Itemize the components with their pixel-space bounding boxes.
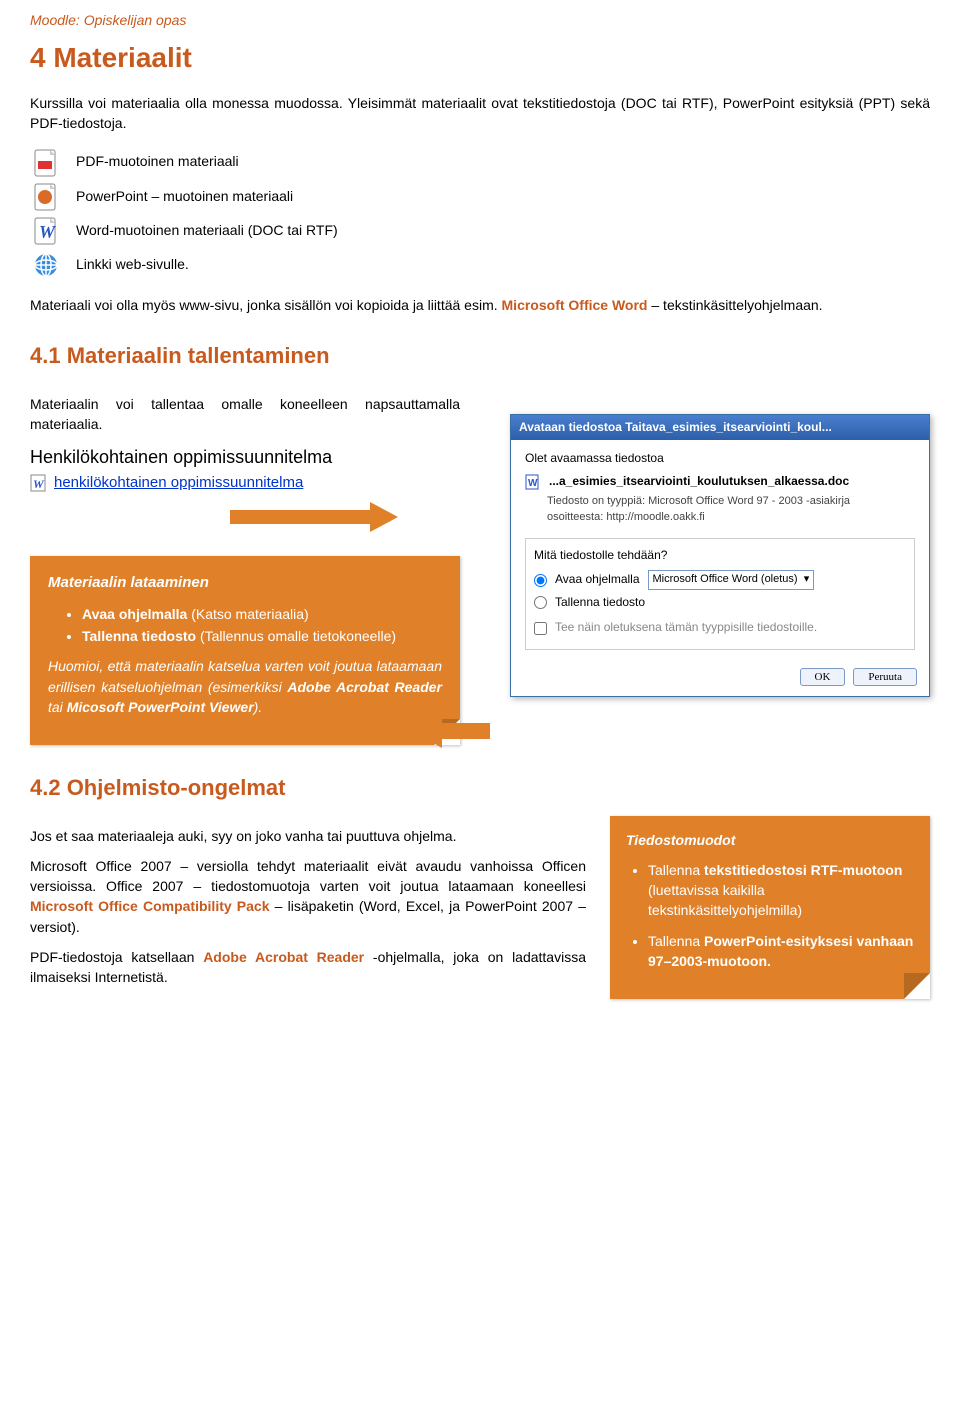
tip-note-d: Micosoft PowerPoint Viewer <box>67 699 254 715</box>
material-link[interactable]: henkilökohtainen oppimissuunnitelma <box>54 472 303 494</box>
heading-tallentaminen: 4.1 Materiaalin tallentaminen <box>30 340 930 372</box>
open-with-select[interactable]: Microsoft Office Word (oletus) ▾ <box>648 570 815 590</box>
dialog-source: osoitteesta: http://moodle.oakk.fi <box>525 510 915 526</box>
sidetip-li1b: tekstitiedostosi RTF-muotoon <box>704 862 902 878</box>
sidetip-rtf-item: Tallenna tekstitiedostosi RTF-muotoon (l… <box>648 860 914 921</box>
dialog-titlebar: Avataan tiedostoa Taitava_esimies_itsear… <box>511 415 929 440</box>
page-curl-icon <box>904 973 930 999</box>
download-tip-box: Materiaalin lataaminen Avaa ohjelmalla (… <box>30 556 460 745</box>
problem-p3a: PDF-tiedostoja katsellaan <box>30 949 203 965</box>
sidetip-title: Tiedostomuodot <box>626 830 914 850</box>
heading-materiaalit: 4 Materiaalit <box>30 38 930 79</box>
sidetip-ppt-item: Tallenna PowerPoint-esityksesi vanhaan 9… <box>648 931 914 972</box>
open-with-value: Microsoft Office Word (oletus) <box>653 573 798 585</box>
tip-note: Huomioi, että materiaalin katselua varte… <box>48 656 442 717</box>
tip-save-item: Tallenna tiedosto (Tallennus omalle tiet… <box>82 626 442 646</box>
file-download-dialog: Avataan tiedostoa Taitava_esimies_itsear… <box>510 414 930 697</box>
sidetip-li2a: Tallenna <box>648 933 704 949</box>
compat-pack-label: Microsoft Office Compatibility Pack <box>30 898 270 914</box>
cancel-button[interactable]: Peruuta <box>853 668 917 686</box>
tip-note-b: Adobe Acrobat Reader <box>287 679 442 695</box>
checkbox-default-label: Tee näin oletuksena tämän tyyppisille ti… <box>555 619 817 636</box>
sidetip-li1a: Tallenna <box>648 862 704 878</box>
tip-save-rest: (Tallennus omalle tietokoneelle) <box>196 628 396 644</box>
radio-open-label: Avaa ohjelmalla <box>555 571 640 588</box>
tip-note-e: ). <box>254 699 263 715</box>
heading-ohjelmisto-ongelmat: 4.2 Ohjelmisto-ongelmat <box>30 772 930 804</box>
checkbox-default[interactable] <box>534 622 547 635</box>
word-doc-icon: W <box>525 474 541 490</box>
dialog-intro-label: Olet avaamassa tiedostoa <box>525 450 915 467</box>
pdf-icon <box>30 147 62 179</box>
www-note-c: – tekstinkäsittelyohjelmaan. <box>647 297 822 313</box>
tip-open-rest: (Katso materiaalia) <box>187 606 308 622</box>
intro-paragraph: Kurssilla voi materiaalia olla monessa m… <box>30 93 930 134</box>
adobe-reader-label: Adobe Acrobat Reader <box>203 949 364 965</box>
problem-p2: Microsoft Office 2007 – versiolla tehdyt… <box>30 856 586 937</box>
dialog-question: Mitä tiedostolle tehdään? <box>534 547 906 564</box>
pdf-icon-label: PDF-muotoinen materiaali <box>76 151 338 171</box>
course-material-example: Henkilökohtainen oppimissuunnitelma W he… <box>30 444 460 494</box>
radio-open-with[interactable] <box>534 574 547 587</box>
problem-p3: PDF-tiedostoja katsellaan Adobe Acrobat … <box>30 947 586 988</box>
sidetip-li1c: (luettavissa kaikilla tekstinkäsittelyoh… <box>648 882 802 918</box>
arrow-left-icon <box>480 714 490 748</box>
dialog-filename: ...a_esimies_itsearviointi_koulutuksen_a… <box>549 473 849 490</box>
powerpoint-icon-label: PowerPoint – muotoinen materiaali <box>76 186 338 206</box>
www-note: Materiaali voi olla myös www-sivu, jonka… <box>30 295 930 315</box>
dialog-filetype: Tiedosto on tyyppiä: Microsoft Office Wo… <box>525 494 915 510</box>
web-link-icon <box>30 249 62 281</box>
tip-open-item: Avaa ohjelmalla (Katso materiaalia) <box>82 604 442 624</box>
tip-open-bold: Avaa ohjelmalla <box>82 606 187 622</box>
file-formats-tip-box: Tiedostomuodot Tallenna tekstitiedostosi… <box>610 816 930 1000</box>
page-header-title: Moodle: Opiskelijan opas <box>30 10 930 30</box>
problem-p1: Jos et saa materiaaleja auki, syy on jok… <box>30 826 586 846</box>
arrow-right-icon <box>230 502 460 532</box>
web-link-icon-label: Linkki web-sivulle. <box>76 254 338 274</box>
radio-save-label: Tallenna tiedosto <box>555 594 645 611</box>
save-intro: Materiaalin voi tallentaa omalle koneell… <box>30 394 460 435</box>
word-icon-label: Word-muotoinen materiaali (DOC tai RTF) <box>76 220 338 240</box>
svg-text:W: W <box>33 477 45 491</box>
ms-word-label: Microsoft Office Word <box>502 297 648 313</box>
radio-save-file[interactable] <box>534 596 547 609</box>
tip-save-bold: Tallenna tiedosto <box>82 628 196 644</box>
problem-p2a: Microsoft Office 2007 – versiolla tehdyt… <box>30 858 586 894</box>
tip-note-c: tai <box>48 699 67 715</box>
file-type-icon-list: W PDF-muotoinen materiaali PowerPoint – … <box>30 147 930 281</box>
tip-title: Materiaalin lataaminen <box>48 572 442 594</box>
www-note-a: Materiaali voi olla myös www-sivu, jonka… <box>30 297 502 313</box>
word-small-icon: W <box>30 474 48 492</box>
word-icon: W <box>30 215 62 247</box>
svg-text:W: W <box>39 222 57 242</box>
ok-button[interactable]: OK <box>800 668 846 686</box>
material-section-title: Henkilökohtainen oppimissuunnitelma <box>30 444 460 470</box>
svg-text:W: W <box>528 478 538 489</box>
powerpoint-icon <box>30 181 62 213</box>
